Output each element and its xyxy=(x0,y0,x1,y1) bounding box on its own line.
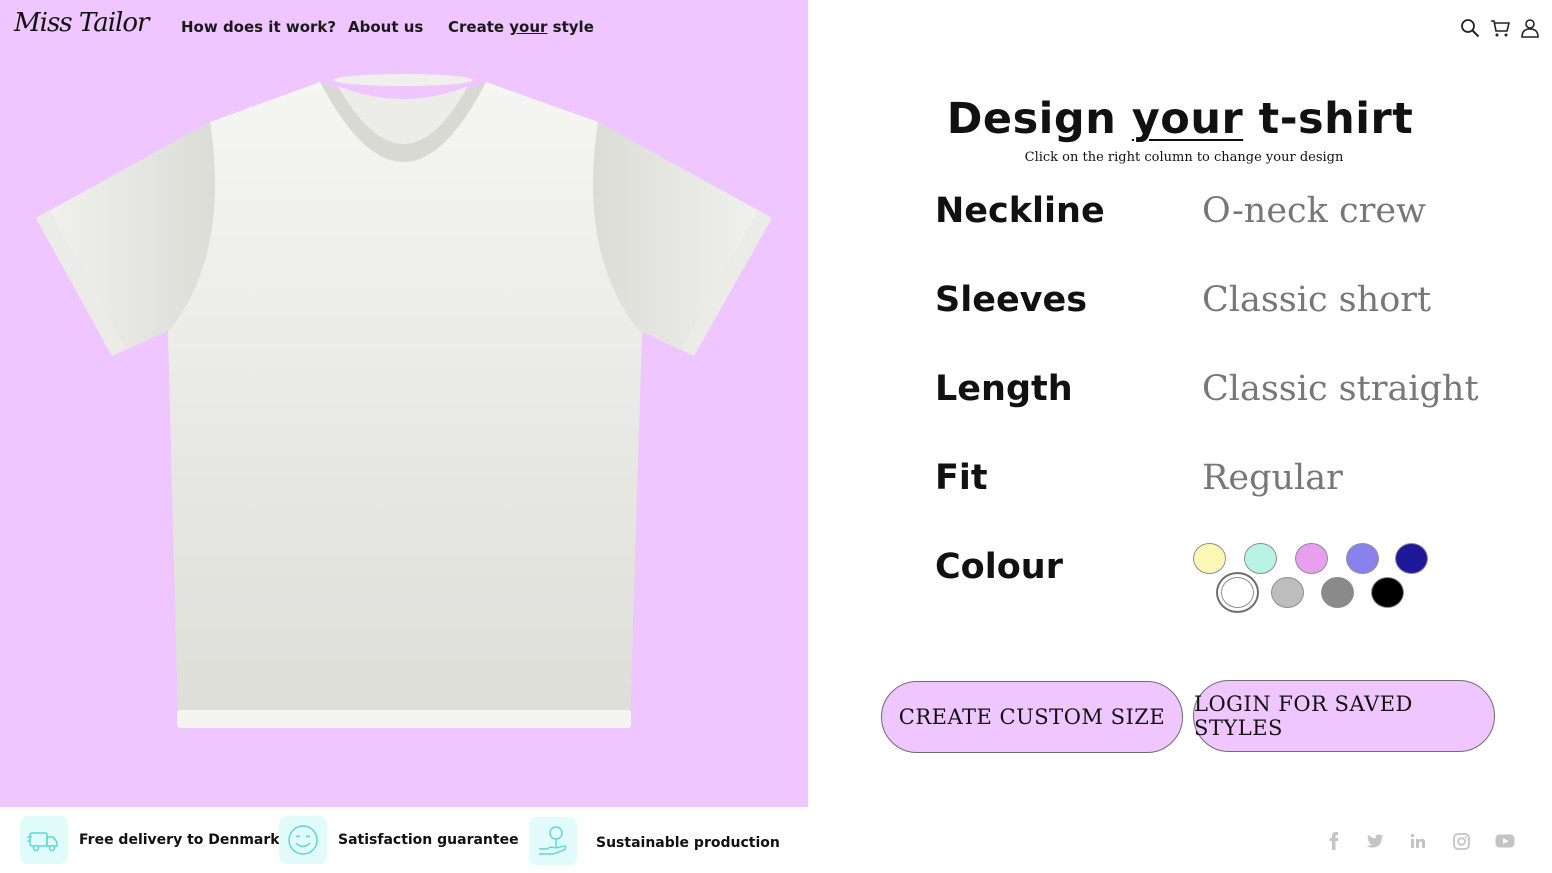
feature-satisfaction-text: Satisfaction guarantee xyxy=(338,832,519,848)
colour-swatch-lavender[interactable] xyxy=(1346,543,1379,574)
option-value-fit[interactable]: Regular xyxy=(1202,458,1343,498)
colour-swatch-navy[interactable] xyxy=(1395,543,1428,574)
plant-hand-icon xyxy=(529,817,577,865)
option-value-sleeves[interactable]: Classic short xyxy=(1202,280,1431,320)
twitter-icon[interactable] xyxy=(1365,831,1385,851)
youtube-icon[interactable] xyxy=(1495,831,1515,851)
colour-swatch-light-grey[interactable] xyxy=(1271,577,1304,608)
option-value-neckline[interactable]: O-neck crew xyxy=(1202,191,1426,231)
linkedin-icon[interactable] xyxy=(1408,831,1428,851)
user-icon[interactable] xyxy=(1520,18,1540,38)
option-label-colour: Colour xyxy=(935,547,1063,587)
option-label-sleeves: Sleeves xyxy=(935,280,1088,320)
search-icon[interactable] xyxy=(1460,18,1480,38)
nav-about-us[interactable]: About us xyxy=(348,18,423,36)
create-custom-size-button[interactable]: CREATE CUSTOM SIZE xyxy=(881,681,1183,753)
page-title: Design your t-shirt xyxy=(880,94,1480,144)
option-label-fit: Fit xyxy=(935,458,988,498)
facebook-icon[interactable] xyxy=(1324,831,1344,851)
title-suffix: t-shirt xyxy=(1243,94,1414,144)
page-subtitle: Click on the right column to change your… xyxy=(1024,150,1344,165)
title-prefix: Design xyxy=(946,94,1132,144)
colour-swatch-pink[interactable] xyxy=(1295,543,1328,574)
brand-logo[interactable]: Miss Tailor xyxy=(14,8,149,38)
delivery-truck-icon xyxy=(20,816,68,864)
colour-swatch-white[interactable] xyxy=(1221,577,1254,608)
option-value-length[interactable]: Classic straight xyxy=(1202,369,1479,409)
colour-swatch-mint[interactable] xyxy=(1244,543,1277,574)
nav-how-it-works[interactable]: How does it work? xyxy=(181,18,336,36)
feature-free-delivery: Free delivery to Denmark xyxy=(20,816,280,864)
instagram-icon[interactable] xyxy=(1451,831,1471,851)
colour-swatch-pale-yellow[interactable] xyxy=(1193,543,1226,574)
option-label-length: Length xyxy=(935,369,1073,409)
nav-create-style[interactable]: Create your style xyxy=(448,18,594,36)
feature-free-delivery-text: Free delivery to Denmark xyxy=(79,832,280,848)
nav-create-prefix: Create xyxy=(448,18,510,36)
feature-sustainable: Sustainable production xyxy=(529,817,780,865)
option-label-neckline: Neckline xyxy=(935,191,1105,231)
nav-create-suffix: style xyxy=(547,18,594,36)
tshirt-preview-panel: Miss Tailor How does it work? About us C… xyxy=(0,0,808,807)
tshirt-image xyxy=(36,74,772,728)
header-actions xyxy=(1460,18,1540,38)
nav-create-emph: your xyxy=(509,18,548,36)
title-emph: your xyxy=(1131,94,1244,144)
login-saved-styles-button[interactable]: LOGIN FOR SAVED STYLES xyxy=(1193,680,1495,752)
cart-icon[interactable] xyxy=(1490,18,1511,38)
feature-sustainable-text: Sustainable production xyxy=(596,834,780,851)
feature-satisfaction: Satisfaction guarantee xyxy=(279,816,519,864)
smiley-icon xyxy=(279,816,327,864)
colour-swatch-grey[interactable] xyxy=(1321,577,1354,608)
colour-swatch-black[interactable] xyxy=(1371,577,1404,608)
